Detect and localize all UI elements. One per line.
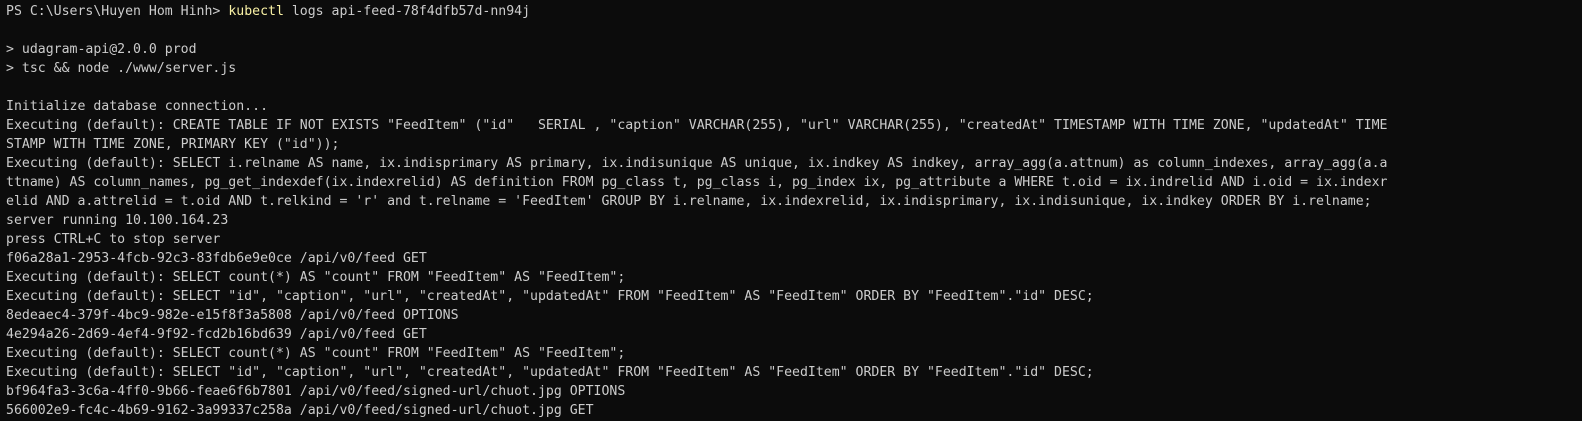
log-line: bf964fa3-3c6a-4ff0-9b66-feae6f6b7801 /ap… xyxy=(6,384,626,399)
log-line: server running 10.100.164.23 xyxy=(6,213,229,228)
command-name: kubectl xyxy=(228,4,284,19)
terminal-window[interactable]: PS C:\Users\Huyen Hom Hinh> kubectl logs… xyxy=(0,0,1582,421)
log-line: ttname) AS column_names, pg_get_indexdef… xyxy=(6,175,1388,190)
log-line: 566002e9-fc4c-4b69-9162-3a99337c258a /ap… xyxy=(6,403,594,418)
log-line: Executing (default): SELECT count(*) AS … xyxy=(6,270,626,285)
log-line: press CTRL+C to stop server xyxy=(6,232,221,247)
log-line: Executing (default): CREATE TABLE IF NOT… xyxy=(6,118,1388,133)
log-line: Executing (default): SELECT "id", "capti… xyxy=(6,289,1094,304)
prompt-path: PS C:\Users\Huyen Hom Hinh> xyxy=(6,4,229,19)
log-line: f06a28a1-2953-4fcb-92c3-83fdb6e9e0ce /ap… xyxy=(6,251,427,266)
log-line: > udagram-api@2.0.0 prod xyxy=(6,42,197,57)
log-line: elid AND a.attrelid = t.oid AND t.relkin… xyxy=(6,194,1372,209)
log-line: STAMP WITH TIME ZONE, PRIMARY KEY ("id")… xyxy=(6,137,340,152)
log-line: > tsc && node ./www/server.js xyxy=(6,61,237,76)
command-prompt-line: PS C:\Users\Huyen Hom Hinh> kubectl logs… xyxy=(6,2,1576,21)
log-line: 8edeaec4-379f-4bc9-982e-e15f8f3a5808 /ap… xyxy=(6,308,459,323)
log-line: Executing (default): SELECT count(*) AS … xyxy=(6,346,626,361)
log-line: Initialize database connection... xyxy=(6,99,269,114)
log-line: Executing (default): SELECT i.relname AS… xyxy=(6,156,1388,171)
command-args: logs api-feed-78f4dfb57d-nn94j xyxy=(283,4,531,19)
log-line: Executing (default): SELECT "id", "capti… xyxy=(6,365,1094,380)
log-line: 4e294a26-2d69-4ef4-9f92-fcd2b16bd639 /ap… xyxy=(6,327,427,342)
